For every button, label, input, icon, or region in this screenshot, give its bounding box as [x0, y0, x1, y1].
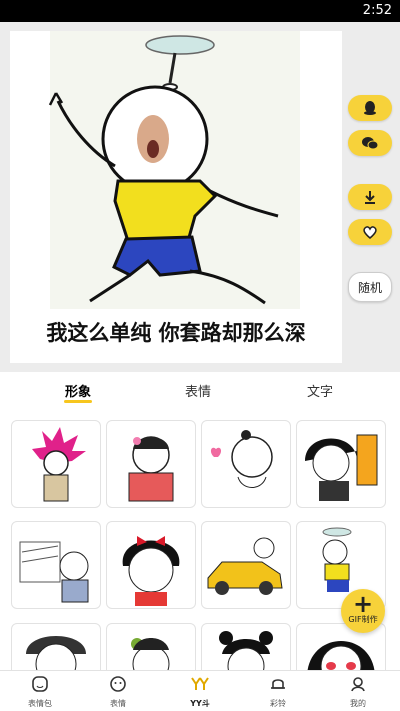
- meme-character-image: [48, 31, 300, 309]
- nav-item-expression[interactable]: 表情: [88, 675, 148, 709]
- sticker-image: [219, 631, 273, 670]
- status-bar: 2:52: [0, 0, 400, 22]
- heart-icon: [363, 226, 377, 239]
- sticker-image: [207, 537, 283, 595]
- download-button[interactable]: [348, 184, 392, 210]
- sticker-grid: [0, 408, 400, 670]
- sticker-item[interactable]: [11, 521, 101, 609]
- sticker-image: [128, 436, 174, 502]
- sticker-item[interactable]: [106, 521, 196, 609]
- meme-stage: 我这么单纯 你套路却那么深 随机: [0, 22, 400, 372]
- gif-make-label: GIF制作: [348, 615, 378, 624]
- gif-make-button[interactable]: + GIF制作: [341, 589, 385, 633]
- sticker-image: [32, 427, 86, 502]
- qq-icon: [364, 101, 376, 115]
- sticker-item[interactable]: [296, 420, 386, 508]
- smiley-icon: [110, 676, 126, 692]
- face-icon: [32, 676, 48, 692]
- sticker-item[interactable]: [106, 420, 196, 508]
- tab-character[interactable]: 形象: [38, 381, 118, 400]
- sticker-image: [122, 536, 180, 606]
- sticker-item[interactable]: [106, 623, 196, 670]
- tab-text[interactable]: 文字: [280, 381, 360, 400]
- sticker-image: [210, 430, 273, 488]
- nav-item-profile[interactable]: 我的: [328, 675, 388, 709]
- meme-canvas[interactable]: 我这么单纯 你套路却那么深: [10, 31, 342, 363]
- favorite-button[interactable]: [348, 219, 392, 245]
- share-qq-button[interactable]: [348, 95, 392, 121]
- active-tab-indicator: [64, 400, 92, 403]
- yy-icon: [191, 677, 209, 690]
- sticker-item[interactable]: [11, 623, 101, 670]
- category-tabs: 形象 表情 文字: [0, 372, 400, 409]
- random-button[interactable]: 随机: [348, 272, 392, 302]
- sticker-item[interactable]: [201, 521, 291, 609]
- nav-item-ringtone[interactable]: 彩铃: [248, 675, 308, 709]
- meme-caption[interactable]: 我这么单纯 你套路却那么深: [10, 317, 342, 347]
- nav-item-yy[interactable]: YY斗: [170, 675, 230, 709]
- sticker-item[interactable]: [201, 623, 291, 670]
- wechat-icon: [362, 137, 379, 150]
- tab-expression[interactable]: 表情: [158, 381, 238, 400]
- sticker-image: [131, 638, 170, 670]
- profile-icon: [351, 677, 365, 692]
- sticker-image: [305, 434, 378, 501]
- sticker-image: [19, 541, 89, 603]
- sticker-item[interactable]: [11, 420, 101, 508]
- share-wechat-button[interactable]: [348, 130, 392, 156]
- nav-item-meme-pack[interactable]: 表情包: [10, 675, 70, 709]
- download-icon: [365, 191, 375, 204]
- plus-icon: +: [352, 590, 374, 618]
- sticker-item[interactable]: [201, 420, 291, 508]
- bottom-nav: 表情包 表情 YY斗 彩铃 我的: [0, 670, 400, 711]
- status-time: 2:52: [362, 3, 392, 18]
- sticker-image: [26, 636, 86, 670]
- bell-icon: [271, 679, 285, 689]
